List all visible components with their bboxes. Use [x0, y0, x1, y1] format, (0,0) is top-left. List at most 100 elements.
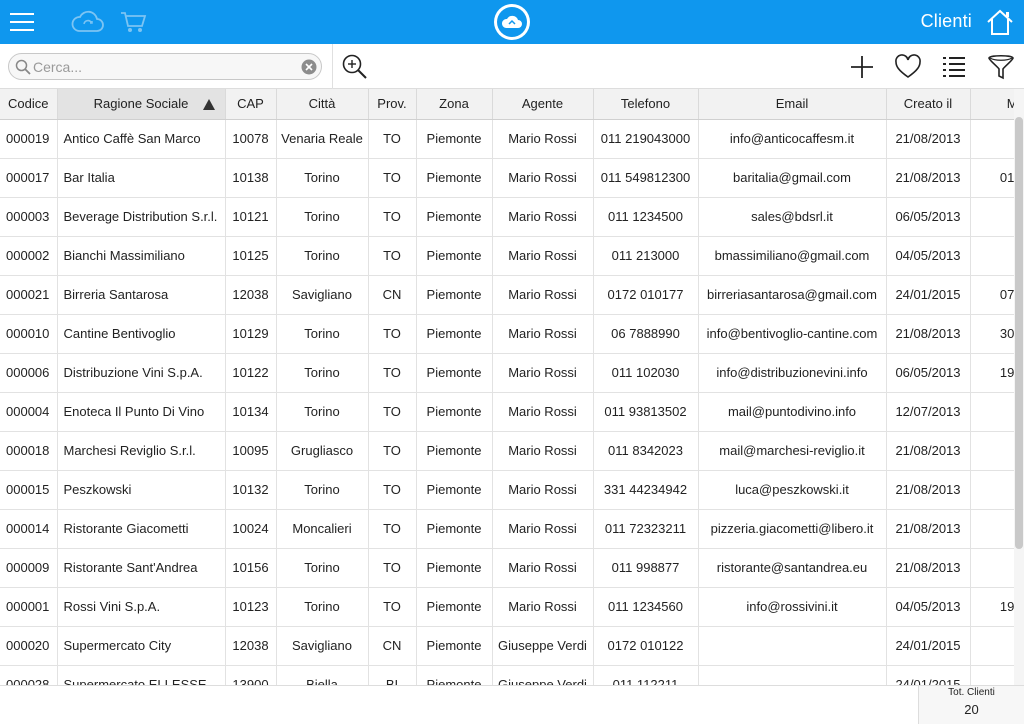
table-cell: TO [368, 431, 417, 471]
table-cell: Piemonte [416, 509, 493, 549]
toolbar [0, 44, 1024, 89]
list-icon[interactable] [939, 52, 969, 82]
table-cell: Bianchi Massimiliano [57, 236, 226, 276]
table-row[interactable]: 000021 Birreria Santarosa 12038 Savigliano C… [0, 275, 1014, 315]
table-row[interactable]: 000018 Marchesi Reviglio S.r.l. 10095 Grugl… [0, 431, 1014, 471]
table-cell: Grugliasco [276, 431, 369, 471]
column-header[interactable]: Telefono [593, 89, 699, 120]
table-cell: Torino [276, 314, 369, 354]
table-cell: 10078 [225, 119, 277, 159]
table-cell: Torino [276, 236, 369, 276]
table-cell: 12038 [225, 275, 277, 315]
table-cell: 011 1234560 [593, 587, 699, 627]
table-cell: Torino [276, 158, 369, 198]
page-title: Clienti [920, 11, 972, 31]
table-cell: 011 8342023 [593, 431, 699, 471]
table-cell: TO [368, 470, 417, 510]
table-cell: TO [368, 158, 417, 198]
table-cell: 10156 [225, 548, 277, 588]
table-row[interactable]: 000002 Bianchi Massimiliano 10125 Torino TO P… [0, 236, 1014, 276]
table-row[interactable]: 000014 Ristorante Giacometti 10024 Moncalie… [0, 509, 1014, 549]
table-cell: Birreria Santarosa [57, 275, 226, 315]
table-cell: Moncalieri [276, 509, 369, 549]
table-cell: TO [368, 119, 417, 159]
table-row[interactable]: 000028 Supermercato ELLESSE 13900 Biella BI P… [0, 665, 1014, 685]
table-cell: Piemonte [416, 665, 493, 685]
menu-icon[interactable] [9, 8, 35, 36]
table-cell: Supermercato ELLESSE [57, 665, 226, 685]
table-cell: 0172 010122 [593, 626, 699, 666]
table-row[interactable]: 000006 Distribuzione Vini S.p.A. 10122 Tori… [0, 353, 1014, 393]
table-row[interactable]: 000015 Peszkowski 10132 Torino TO Piemonte Mar… [0, 470, 1014, 510]
column-header[interactable]: Prov. [368, 89, 417, 120]
table-row[interactable]: 000009 Ristorante Sant'Andrea 10156 Torino T… [0, 548, 1014, 588]
zoom-icon[interactable] [340, 52, 370, 82]
table-cell: Peszkowski [57, 470, 226, 510]
table-cell: info@distribuzionevini.info [698, 353, 887, 393]
table-cell: TO [368, 353, 417, 393]
home-icon[interactable] [985, 7, 1015, 37]
column-header[interactable]: Agente [492, 89, 594, 120]
filter-icon[interactable] [986, 52, 1016, 82]
table-cell: info@bentivoglio-cantine.com [698, 314, 887, 354]
column-header[interactable]: Mer [970, 89, 1014, 120]
table-cell: Torino [276, 587, 369, 627]
table-cell: 000019 [0, 119, 58, 159]
table-cell: 12038 [225, 626, 277, 666]
table-cell: Piemonte [416, 158, 493, 198]
clear-icon[interactable] [301, 59, 317, 75]
table-row[interactable]: 000001 Rossi Vini S.p.A. 10123 Torino TO Piem… [0, 587, 1014, 627]
sort-ascending-icon[interactable] [202, 99, 215, 110]
table-cell: Ristorante Giacometti [57, 509, 226, 549]
table-cell: 06/05/2013 [886, 197, 971, 237]
column-header[interactable]: Codice [0, 89, 58, 120]
table-row[interactable]: 000010 Cantine Bentivoglio 10129 Torino TO Pi… [0, 314, 1014, 354]
table-cell: Torino [276, 470, 369, 510]
table-cell: 000021 [0, 275, 58, 315]
vertical-scrollbar[interactable] [1014, 89, 1024, 685]
table-cell: 011 93813502 [593, 392, 699, 432]
search-box [8, 53, 322, 80]
cloud-logo-icon [494, 4, 530, 40]
total-clients-label: Tot. Clienti [948, 687, 995, 698]
table-cell: TO [368, 587, 417, 627]
scrollbar-thumb[interactable] [1015, 117, 1023, 549]
table-cell [970, 431, 1014, 471]
table-cell [970, 665, 1014, 685]
table-cell: TO [368, 236, 417, 276]
cart-icon[interactable] [119, 8, 147, 36]
add-icon[interactable] [847, 52, 877, 82]
table-cell: 10122 [225, 353, 277, 393]
table-cell: Biella [276, 665, 369, 685]
table-cell: 011 219043000 [593, 119, 699, 159]
cloud-sync-icon[interactable] [70, 8, 106, 36]
table-row[interactable]: 000019 Antico Caffè San Marco 10078 Venaria… [0, 119, 1014, 159]
table-row[interactable]: 000004 Enoteca Il Punto Di Vino 10134 Torin… [0, 392, 1014, 432]
table-cell: 000003 [0, 197, 58, 237]
table-cell: 011 72323211 [593, 509, 699, 549]
column-header[interactable]: CAP [225, 89, 277, 120]
table-cell: 10138 [225, 158, 277, 198]
table-cell: info@rossivini.it [698, 587, 887, 627]
table-cell: 011 1234500 [593, 197, 699, 237]
table-cell: 24/01/2015 [886, 275, 971, 315]
column-header[interactable]: Ragione Sociale [57, 89, 226, 120]
table-cell: mail@puntodivino.info [698, 392, 887, 432]
table-cell: 10132 [225, 470, 277, 510]
table-cell: CN [368, 626, 417, 666]
clients-table: Codice Ragione Sociale CAP Città Prov. Zona Ag… [0, 89, 1014, 685]
table-cell: 011 112211 [593, 665, 699, 685]
table-row[interactable]: 000017 Bar Italia 10138 Torino TO Piemonte Mar… [0, 158, 1014, 198]
table-cell: 21/08/2013 [886, 431, 971, 471]
column-header[interactable]: Città [276, 89, 369, 120]
table-cell: luca@peszkowski.it [698, 470, 887, 510]
column-header[interactable]: Email [698, 89, 887, 120]
table-cell: 19/06/ [970, 587, 1014, 627]
column-header[interactable]: Zona [416, 89, 493, 120]
table-cell: Torino [276, 353, 369, 393]
table-row[interactable]: 000020 Supermercato City 12038 Savigliano CN… [0, 626, 1014, 666]
heart-icon[interactable] [893, 52, 923, 82]
column-header[interactable]: Creato il [886, 89, 971, 120]
table-row[interactable]: 000003 Beverage Distribution S.r.l. 10121 T… [0, 197, 1014, 237]
search-input[interactable] [33, 57, 293, 77]
